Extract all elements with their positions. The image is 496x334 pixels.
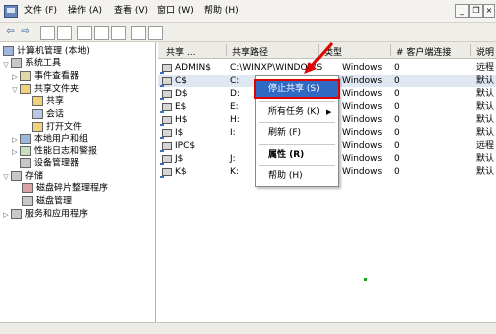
tree-services-apps[interactable]: 服务和应用程序: [11, 209, 88, 220]
properties-icon[interactable]: [77, 26, 92, 40]
expand-icon[interactable]: ▷: [2, 211, 10, 219]
share-icon: [160, 102, 172, 113]
column-divider[interactable]: [390, 44, 391, 56]
context-menu: 停止共享 (S) 所有任务 (K) ▶ 刷新 (F) 属性 (R) 帮助 (H): [254, 75, 340, 187]
sessions-icon: [32, 109, 43, 119]
tree-defrag[interactable]: 磁盘碎片整理程序: [22, 183, 108, 194]
close-icon[interactable]: ×: [483, 4, 495, 18]
storage-icon: [11, 171, 22, 181]
menu-item-stop-sharing[interactable]: 停止共享 (S): [254, 79, 340, 99]
menu-help[interactable]: 帮助 (H): [204, 5, 239, 18]
menu-separator: [259, 144, 335, 145]
share-icon: [160, 154, 172, 165]
defrag-icon: [22, 183, 33, 193]
performance-icon: [20, 146, 31, 156]
column-clients[interactable]: # 客户端连接: [396, 45, 451, 58]
tree-open-files[interactable]: 打开文件: [32, 122, 82, 133]
tree-system-tools[interactable]: 系统工具: [11, 58, 61, 69]
device-manager-icon: [20, 158, 31, 168]
menu-separator: [259, 122, 335, 123]
users-icon: [20, 134, 31, 144]
column-path[interactable]: 共享路径: [232, 45, 268, 58]
back-arrow-icon[interactable]: ⇦: [4, 26, 17, 38]
menu-view[interactable]: 查看 (V): [114, 5, 148, 18]
expand-icon[interactable]: ▷: [11, 148, 19, 156]
share-icon: [160, 63, 172, 74]
column-divider[interactable]: [470, 44, 471, 56]
menu-file[interactable]: 文件 (F): [24, 5, 57, 18]
services-icon: [11, 209, 22, 219]
help-icon[interactable]: [131, 26, 146, 40]
collapse-icon[interactable]: ▽: [2, 61, 10, 69]
menu-separator: [259, 165, 335, 166]
toolbar: ⇦ ⇨: [0, 23, 496, 42]
computer-icon: [3, 46, 14, 56]
forward-arrow-icon[interactable]: ⇨: [19, 26, 32, 38]
menu-separator: [259, 101, 335, 102]
menu-action[interactable]: 操作 (A): [68, 5, 102, 18]
open-files-icon: [32, 122, 43, 132]
new-share-icon[interactable]: [148, 26, 163, 40]
tree-local-users[interactable]: 本地用户和组: [20, 134, 88, 145]
share-folder-icon: [32, 96, 43, 106]
show-tree-icon[interactable]: [57, 26, 72, 40]
expand-icon[interactable]: ▷: [11, 136, 19, 144]
refresh-icon[interactable]: [111, 26, 126, 40]
collapse-icon[interactable]: ▽: [2, 173, 10, 181]
cursor-marker-icon: [364, 278, 367, 281]
menu-bar: 文件 (F) 操作 (A) 查看 (V) 窗口 (W) 帮助 (H) _ ❐ ×: [0, 0, 496, 23]
column-divider[interactable]: [226, 44, 227, 56]
submenu-arrow-icon: ▶: [326, 108, 332, 116]
tree-sessions[interactable]: 会话: [32, 109, 64, 120]
tree-perf-logs[interactable]: 性能日志和警报: [20, 146, 97, 157]
menu-item-refresh[interactable]: 刷新 (F): [256, 125, 338, 141]
collapse-icon[interactable]: ▽: [11, 86, 19, 94]
tree-disk-management[interactable]: 磁盘管理: [22, 196, 72, 207]
event-viewer-icon: [20, 71, 31, 81]
export-list-icon[interactable]: [94, 26, 109, 40]
disk-icon: [22, 196, 33, 206]
menu-window[interactable]: 窗口 (W): [157, 5, 194, 18]
tree-root[interactable]: 计算机管理 (本地): [3, 46, 90, 57]
tree-storage[interactable]: 存储: [11, 171, 43, 182]
minimize-icon[interactable]: _: [455, 4, 469, 18]
status-bar: [0, 322, 496, 334]
menu-item-properties[interactable]: 属性 (R): [256, 147, 338, 163]
column-description[interactable]: 说明: [476, 45, 494, 58]
share-icon: [160, 141, 172, 152]
tree-event-viewer[interactable]: 事件查看器: [20, 71, 79, 82]
menu-item-all-tasks[interactable]: 所有任务 (K) ▶: [256, 104, 338, 120]
share-icon: [160, 76, 172, 87]
tree-device-manager[interactable]: 设备管理器: [20, 158, 79, 169]
shared-folder-icon: [20, 84, 31, 94]
share-icon: [160, 115, 172, 126]
expand-icon[interactable]: ▷: [11, 73, 19, 81]
console-tree: 计算机管理 (本地) ▽ 系统工具 ▷ 事件查看器 ▽ 共享文件夹 共享 会话 …: [0, 42, 156, 322]
tree-shared-folders[interactable]: 共享文件夹: [20, 84, 79, 95]
menu-item-help[interactable]: 帮助 (H): [256, 168, 338, 184]
restore-icon[interactable]: ❐: [469, 4, 483, 18]
up-folder-icon[interactable]: [40, 26, 55, 40]
tree-shares[interactable]: 共享: [32, 96, 64, 107]
computer-management-icon[interactable]: [4, 5, 18, 18]
column-share[interactable]: 共享 ...: [166, 45, 195, 58]
tools-icon: [11, 58, 22, 68]
share-icon: [160, 167, 172, 178]
annotation-arrow-icon: [304, 42, 334, 74]
share-icon: [160, 89, 172, 100]
share-icon: [160, 128, 172, 139]
